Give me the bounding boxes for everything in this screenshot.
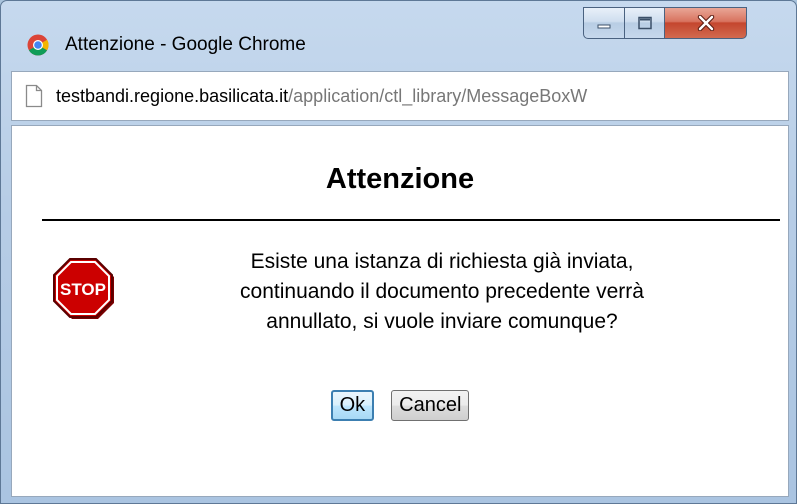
message-line: continuando il documento precedente verr… — [240, 280, 644, 303]
window-title: Attenzione - Google Chrome — [65, 34, 306, 55]
dialog-buttons: Ok Cancel — [12, 390, 788, 421]
message-line: Esiste una istanza di richiesta già invi… — [250, 250, 634, 273]
dialog-content: Attenzione STOP Esiste una istanza di ri… — [11, 125, 789, 497]
maximize-icon — [637, 16, 652, 30]
close-button[interactable] — [665, 7, 747, 39]
message-line: annullato, si vuole inviare comunque? — [266, 310, 618, 333]
dialog-title: Attenzione — [325, 163, 475, 195]
title-bar[interactable]: Attenzione - Google Chrome — [1, 1, 796, 67]
window-controls — [583, 7, 789, 51]
divider — [42, 219, 780, 221]
maximize-button[interactable] — [625, 7, 665, 39]
url-host: testbandi.regione.basilicata.it — [56, 86, 289, 106]
page-icon — [25, 84, 43, 108]
stop-icon-text: STOP — [60, 280, 106, 299]
browser-window: Attenzione - Google Chrome testbandi.reg… — [0, 0, 797, 504]
chrome-icon — [27, 34, 49, 56]
url-path: /application/ctl_library/MessageBoxW — [288, 86, 588, 106]
address-bar[interactable]: testbandi.regione.basilicata.it/applicat… — [11, 71, 789, 121]
close-icon — [697, 15, 714, 31]
url-text[interactable]: testbandi.regione.basilicata.it/applicat… — [56, 85, 786, 107]
minimize-button[interactable] — [583, 7, 625, 39]
ok-button[interactable]: Ok — [330, 390, 375, 421]
cancel-button[interactable]: Cancel — [391, 390, 470, 421]
stop-icon: STOP — [53, 258, 114, 319]
dialog-message: Esiste una istanza di richiesta già invi… — [162, 247, 722, 337]
minimize-icon — [597, 24, 611, 29]
